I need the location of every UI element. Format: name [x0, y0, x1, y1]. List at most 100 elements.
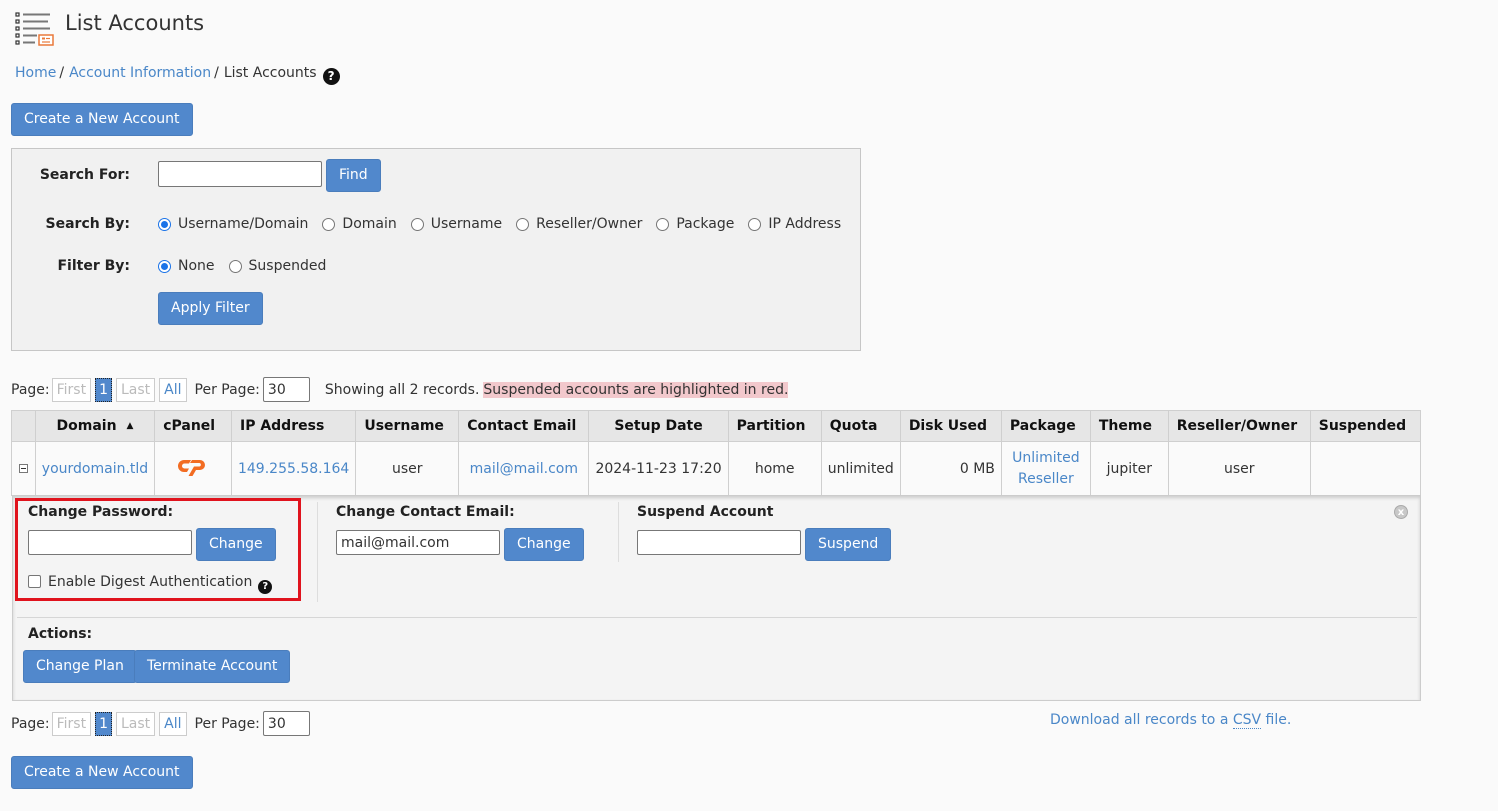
terminate-account-button[interactable]: Terminate Account [134, 650, 291, 683]
col-reseller-owner[interactable]: Reseller/Owner [1167, 410, 1311, 442]
breadcrumb-separator: / [59, 65, 65, 81]
filter-by-none[interactable]: None [158, 258, 215, 274]
current-page[interactable]: 1 [95, 377, 112, 402]
last-page-button: Last [116, 377, 156, 402]
radio-icon[interactable] [748, 217, 762, 231]
domain-link[interactable]: yourdomain.tld [42, 461, 148, 477]
option-label: IP Address [768, 216, 842, 232]
search-by-domain[interactable]: Domain [322, 216, 397, 232]
col-theme[interactable]: Theme [1089, 410, 1169, 442]
reseller-owner-cell: user [1167, 441, 1311, 496]
download-suffix[interactable]: file. [1261, 712, 1292, 728]
col-username[interactable]: Username [355, 410, 460, 442]
create-account-button-bottom[interactable]: Create a New Account [11, 756, 193, 789]
search-by-reseller-owner[interactable]: Reseller/Owner [516, 216, 642, 232]
csv-abbr[interactable]: CSV [1232, 712, 1262, 729]
username-cell: user [355, 441, 460, 496]
showing-records-text: Showing all 2 records. [324, 381, 480, 398]
pagination-bottom: Page: First 1 Last All Per Page: [11, 711, 310, 736]
disk-used-cell: 0 MB [899, 441, 1002, 496]
per-page-input[interactable] [262, 377, 310, 402]
search-by-group: Username/Domain Domain Username Reseller… [158, 216, 855, 232]
suspend-account-title: Suspend Account [637, 504, 774, 520]
cpanel-logo-icon[interactable] [178, 456, 208, 482]
ip-address-link[interactable]: 149.255.58.164 [238, 461, 349, 477]
apply-filter-button[interactable]: Apply Filter [158, 292, 263, 325]
per-page-input[interactable] [262, 711, 310, 736]
col-domain[interactable]: Domain ▲ [34, 410, 156, 442]
suspend-button[interactable]: Suspend [805, 528, 892, 561]
search-by-label: Search By: [45, 216, 130, 232]
package-line2: Reseller [1017, 470, 1074, 487]
change-email-button[interactable]: Change [504, 528, 584, 561]
per-page-label: Per Page: [194, 381, 260, 398]
setup-date-cell: 2024-11-23 17:20 [588, 441, 729, 496]
col-setup-date[interactable]: Setup Date [588, 410, 729, 442]
col-expand [11, 410, 36, 442]
col-ip-address[interactable]: IP Address [230, 410, 357, 442]
last-page-button: Last [116, 711, 156, 736]
divider [17, 617, 1417, 618]
quota-cell: unlimited [820, 441, 901, 496]
divider [618, 502, 619, 562]
collapse-icon[interactable] [18, 463, 28, 473]
cpanel-cell [154, 441, 232, 496]
col-label: Domain [56, 418, 117, 434]
filter-by-label: Filter By: [57, 258, 130, 274]
all-pages-button[interactable]: All [159, 711, 187, 736]
suspended-cell [1309, 441, 1422, 496]
suspend-reason-input[interactable] [637, 530, 801, 555]
search-panel: Search For: Find Search By: Username/Dom… [11, 148, 861, 351]
create-account-button-top[interactable]: Create a New Account [11, 103, 193, 136]
per-page-label: Per Page: [194, 715, 260, 732]
download-text[interactable]: Download all records to a [1050, 712, 1233, 728]
filter-by-suspended[interactable]: Suspended [228, 258, 326, 274]
col-cpanel: cPanel [154, 410, 232, 442]
package-link[interactable]: Unlimited Reseller [1012, 450, 1079, 487]
contact-email-input[interactable] [336, 530, 500, 555]
change-email-title: Change Contact Email: [336, 504, 515, 520]
col-suspended[interactable]: Suspended [1309, 410, 1422, 442]
list-accounts-icon [15, 11, 55, 47]
help-icon[interactable]: ? [322, 68, 340, 85]
divider [317, 502, 318, 602]
col-quota[interactable]: Quota [820, 410, 901, 442]
expand-cell [11, 441, 36, 496]
search-by-ip-address[interactable]: IP Address [748, 216, 841, 232]
col-disk-used[interactable]: Disk Used [899, 410, 1002, 442]
radio-icon[interactable] [322, 217, 336, 231]
search-input[interactable] [158, 161, 322, 187]
change-plan-button[interactable]: Change Plan [23, 650, 137, 683]
first-page-button: First [51, 377, 92, 402]
radio-icon[interactable] [228, 259, 242, 273]
table-row: yourdomain.tld 149.255.58.164 user mail@… [11, 441, 1422, 496]
contact-email-link[interactable]: mail@mail.com [470, 461, 578, 477]
search-by-username[interactable]: Username [410, 216, 503, 232]
filter-by-group: None Suspended [158, 258, 340, 274]
radio-icon[interactable] [158, 259, 171, 273]
search-by-username-domain[interactable]: Username/Domain [158, 216, 308, 232]
current-page[interactable]: 1 [95, 711, 112, 736]
close-icon[interactable]: x [1394, 505, 1408, 519]
col-partition[interactable]: Partition [727, 410, 822, 442]
all-pages-button[interactable]: All [159, 377, 187, 402]
download-csv-link[interactable]: Download all records to a CSV file. [1050, 712, 1292, 729]
sort-ascending-icon: ▲ [126, 421, 134, 431]
radio-icon[interactable] [516, 217, 530, 231]
breadcrumb-account-information[interactable]: Account Information [69, 65, 211, 81]
col-package[interactable]: Package [1000, 410, 1091, 442]
radio-icon[interactable] [656, 217, 670, 231]
pagination-top: Page: First 1 Last All Per Page: Showing… [11, 377, 789, 402]
option-label: Username [430, 216, 503, 232]
package-line1: Unlimited [1012, 449, 1080, 466]
col-contact-email[interactable]: Contact Email [458, 410, 590, 442]
radio-icon[interactable] [410, 217, 424, 231]
breadcrumb-home[interactable]: Home [15, 65, 56, 81]
breadcrumb-current: List Accounts [223, 65, 317, 81]
page-label: Page: [11, 381, 50, 398]
radio-icon[interactable] [158, 217, 171, 231]
accounts-table: Domain ▲ cPanel IP Address Username Conta… [11, 410, 1422, 496]
partition-cell: home [727, 441, 822, 496]
find-button[interactable]: Find [326, 159, 381, 192]
search-by-package[interactable]: Package [656, 216, 734, 232]
